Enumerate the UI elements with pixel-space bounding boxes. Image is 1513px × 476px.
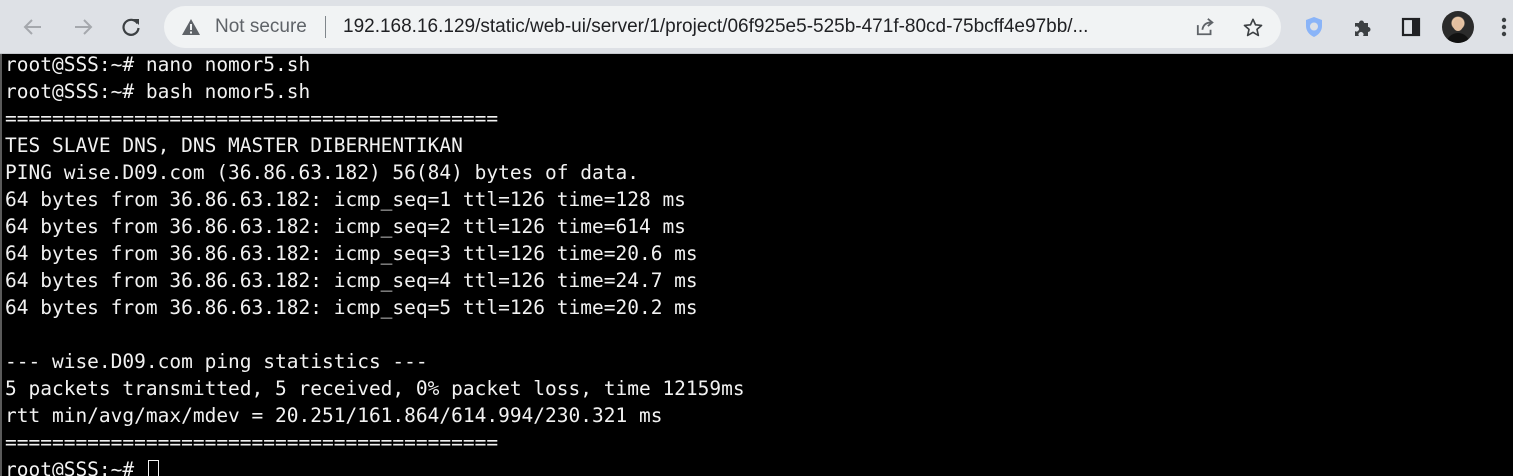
avatar-face [1453,19,1463,31]
terminal-prompt-line[interactable]: root@SSS:~# [5,456,159,476]
profile-avatar[interactable] [1442,11,1474,43]
avatar-body [1446,33,1470,43]
browser-menu-button[interactable] [1494,11,1513,43]
share-icon[interactable] [1196,17,1216,37]
reload-button[interactable] [113,9,149,45]
side-panel-button[interactable] [1395,11,1427,43]
terminal-line: 5 packets transmitted, 5 received, 0% pa… [5,377,745,400]
terminal-line: root@SSS:~# nano nomor5.sh [5,54,311,76]
terminal-line: PING wise.D09.com (36.86.63.182) 56(84) … [5,161,639,184]
terminal-line: 64 bytes from 36.86.63.182: icmp_seq=4 t… [5,269,698,292]
back-button[interactable] [15,9,51,45]
star-icon[interactable] [1243,17,1263,37]
terminal-line: 64 bytes from 36.86.63.182: icmp_seq=3 t… [5,242,698,265]
omnibox-divider [325,16,326,38]
terminal-line: 64 bytes from 36.86.63.182: icmp_seq=5 t… [5,296,698,319]
browser-toolbar: Not secure 192.168.16.129/static/web-ui/… [0,0,1513,54]
terminal-line: root@SSS:~# bash nomor5.sh [5,80,311,103]
terminal-line: TES SLAVE DNS, DNS MASTER DIBERHENTIKAN [5,134,463,157]
security-status-label[interactable]: Not secure [215,16,307,38]
extensions-button[interactable] [1347,11,1379,43]
shield-icon [1306,17,1322,37]
kebab-menu-icon [1501,17,1506,37]
url-text[interactable]: 192.168.16.129/static/web-ui/server/1/pr… [343,16,1183,38]
terminal-prompt: root@SSS:~# [5,458,146,476]
terminal-line: 64 bytes from 36.86.63.182: icmp_seq=1 t… [5,188,686,211]
terminal-window[interactable]: root@SSS:~# nano nomor5.sh root@SSS:~# b… [0,54,1513,476]
terminal-line: ========================================… [5,107,499,130]
puzzle-icon [1355,20,1371,36]
arrow-right-icon [75,19,93,35]
terminal-line: 64 bytes from 36.86.63.182: icmp_seq=2 t… [5,215,686,238]
shield-extension-button[interactable] [1298,11,1330,43]
terminal-line: rtt min/avg/max/mdev = 20.251/161.864/61… [5,404,663,427]
reload-icon [122,18,140,36]
arrow-left-icon [23,19,41,35]
warning-triangle-icon[interactable] [181,17,201,37]
terminal-line: ========================================… [5,431,499,454]
address-bar[interactable]: Not secure 192.168.16.129/static/web-ui/… [164,6,1281,48]
forward-button[interactable] [65,9,101,45]
terminal-line: --- wise.D09.com ping statistics --- [5,350,428,373]
side-panel-icon [1401,17,1421,37]
terminal-cursor [147,460,159,476]
